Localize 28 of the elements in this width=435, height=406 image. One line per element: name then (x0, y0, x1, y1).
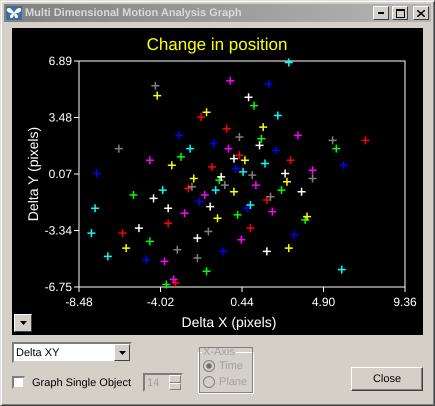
x-tick-label: -8.48 (65, 295, 93, 309)
checkbox-label: Graph Single Object (32, 376, 132, 388)
minimize-button[interactable] (373, 6, 389, 20)
x-tick-label: 9.36 (393, 295, 417, 309)
caret-icon (20, 321, 26, 325)
chart-title: Change in position (146, 35, 288, 54)
y-tick-label: -3.34 (44, 224, 72, 238)
x-tick-label: 0.44 (230, 295, 254, 309)
graph-type-dropdown[interactable]: Delta XY (12, 342, 132, 363)
graph-menu-button[interactable] (14, 314, 32, 332)
caret-icon (118, 350, 126, 354)
maximize-button[interactable] (392, 6, 408, 20)
y-tick-label: -6.75 (44, 280, 72, 294)
x-tick-label: -4.02 (146, 295, 174, 309)
window-title: Multi Dimensional Motion Analysis Graph (25, 7, 243, 19)
maximize-icon (396, 8, 404, 18)
x-tick-label: 4.90 (312, 295, 336, 309)
close-button[interactable]: Close (351, 367, 423, 391)
app-icon (6, 6, 22, 20)
y-axis-label: Delta Y (pixels) (25, 126, 41, 222)
checkbox[interactable] (12, 376, 25, 389)
y-tick-label: 6.89 (48, 54, 72, 68)
close-window-button[interactable] (413, 6, 429, 20)
y-tick-label: 3.48 (48, 110, 72, 124)
minimize-icon (378, 12, 384, 14)
y-tick-label: 0.07 (48, 167, 72, 181)
close-icon (417, 10, 425, 16)
x-axis-label: Delta X (pixels) (182, 314, 276, 330)
